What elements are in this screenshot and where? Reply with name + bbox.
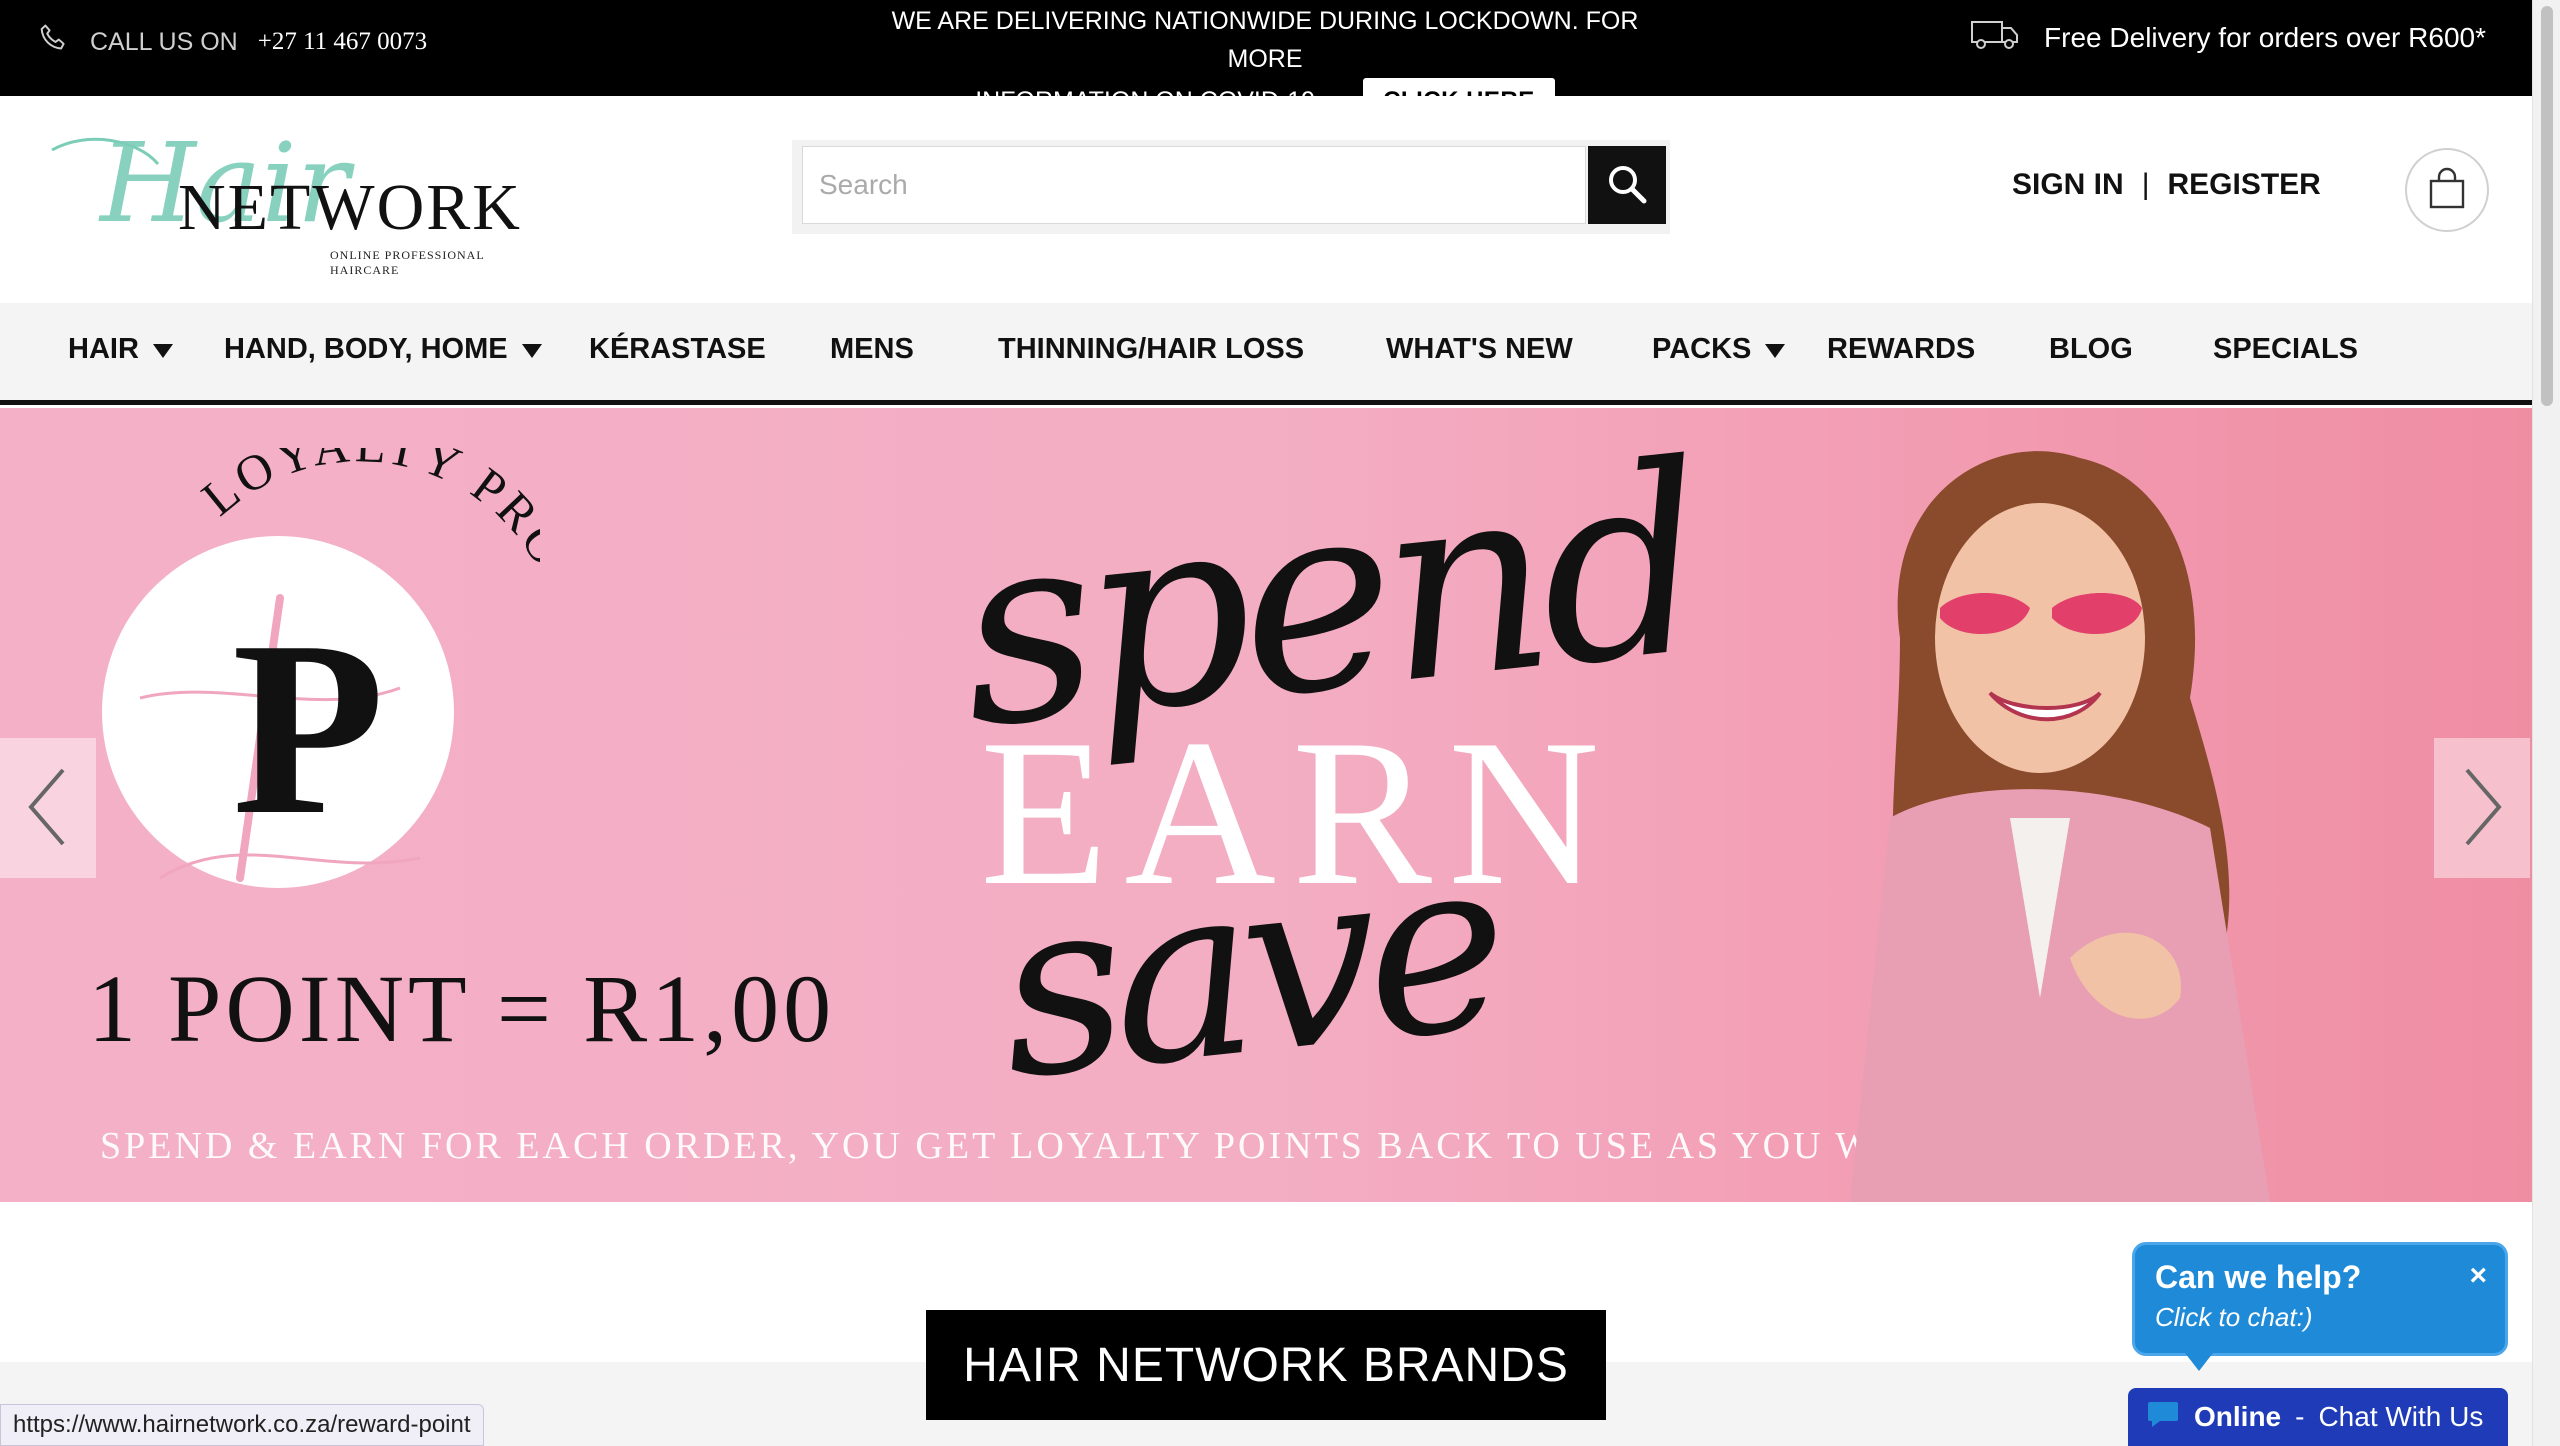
truck-icon [1970,18,2020,57]
shopping-bag-icon [2424,166,2470,215]
hair-network-brands-heading[interactable]: HAIR NETWORK BRANDS [926,1310,1606,1420]
phone-icon [36,22,70,63]
auth-separator: | [2141,168,2150,201]
chat-prompt-title: Can we help? [2155,1259,2362,1295]
chat-with-us-label: Chat With Us [2318,1401,2484,1432]
hair-network-logo[interactable]: Hair NETWORK ONLINE PROFESSIONAL HAIRCAR… [48,128,528,278]
caret-down-icon [152,343,173,358]
nav-item-packs[interactable]: PACKS [1652,333,1786,366]
chat-bubble-tail [2185,1353,2213,1371]
nav-label: PACKS [1652,333,1752,365]
chat-online-status: Online [2194,1401,2282,1432]
free-delivery-text: Free Delivery for orders over R600* [2044,21,2486,53]
hero-banner[interactable]: LOYALTY PROGRAM P 1 POINT = R1,00 EARN s… [0,408,2532,1202]
caret-down-icon [521,343,542,358]
spend-text: spend [946,409,1712,787]
free-delivery-notice: Free Delivery for orders over R600* [1970,18,2486,57]
nav-label: BLOG [2049,333,2133,365]
nav-label: REWARDS [1827,333,1976,365]
nav-item-blog[interactable]: BLOG [2049,333,2133,366]
chevron-right-icon [2457,762,2507,855]
caret-down-icon [1765,343,1786,358]
nav-label: MENS [830,333,914,365]
chat-dash: - [2295,1401,2305,1432]
cart-button[interactable] [2405,148,2489,232]
nav-label: WHAT'S NEW [1386,333,1573,365]
page-scrollbar[interactable] [2532,0,2560,1446]
call-us-label: CALL US ON [90,27,238,56]
hero-caption: SPEND & EARN FOR EACH ORDER, YOU GET LOY… [100,1125,1961,1167]
main-navigation: HAIR HAND, BODY, HOME KÉRASTASE MENS THI… [0,303,2532,405]
chat-prompt-subtitle: Click to chat:) [2155,1302,2313,1332]
nav-item-specials[interactable]: SPECIALS [2213,333,2358,366]
point-value-text: 1 POINT = R1,00 [88,955,836,1062]
register-link[interactable]: REGISTER [2167,168,2320,202]
chat-bubble-icon [2146,1399,2180,1436]
nav-label: HAIR [68,333,139,365]
account-links: SIGN IN | REGISTER [2012,168,2321,202]
logo-network: NETWORK [178,171,522,244]
call-us[interactable]: CALL US ON +27 11 467 0073 [36,22,427,62]
nav-item-thinning-hair-loss[interactable]: THINNING/HAIR LOSS [998,333,1304,366]
nav-label: KÉRASTASE [589,333,766,365]
nav-item-mens[interactable]: MENS [830,333,914,366]
nav-item-kerastase[interactable]: KÉRASTASE [589,333,766,366]
nav-item-whats-new[interactable]: WHAT'S NEW [1386,333,1573,366]
chat-prompt[interactable]: Can we help? Click to chat:) × [2132,1242,2508,1371]
nav-item-hair[interactable]: HAIR [68,333,173,366]
logo-tagline: ONLINE PROFESSIONAL HAIRCARE [330,248,485,277]
search-button[interactable] [1588,146,1666,224]
nav-item-hand-body-home[interactable]: HAND, BODY, HOME [224,333,542,366]
announcement-bar: CALL US ON +27 11 467 0073 WE ARE DELIVE… [0,0,2532,124]
phone-number[interactable]: +27 11 467 0073 [258,28,427,56]
slider-next-button[interactable] [2434,738,2530,878]
notice-line-1: WE ARE DELIVERING NATIONWIDE DURING LOCK… [891,7,1639,73]
nav-label: SPECIALS [2213,333,2359,365]
search-input[interactable] [802,146,1586,224]
status-bar-url: https://www.hairnetwork.co.za/reward-poi… [0,1404,484,1446]
nav-label: THINNING/HAIR LOSS [998,333,1305,365]
chevron-left-icon [23,762,73,855]
search-bar [792,140,1670,234]
model-photo [1850,451,2270,1202]
slider-prev-button[interactable] [0,738,96,878]
scrollbar-thumb[interactable] [2541,6,2553,406]
nav-label: HAND, BODY, HOME [224,333,508,365]
search-icon [1605,162,1649,209]
loyalty-p-letter: P [232,590,385,867]
save-text: save [986,802,1510,1134]
chat-launcher[interactable]: Online - Chat With Us [2128,1388,2508,1446]
sign-in-link[interactable]: SIGN IN [2012,168,2124,202]
site-header: Hair NETWORK ONLINE PROFESSIONAL HAIRCAR… [0,96,2532,303]
nav-item-rewards[interactable]: REWARDS [1827,333,1975,366]
close-icon[interactable]: × [2469,1259,2487,1293]
